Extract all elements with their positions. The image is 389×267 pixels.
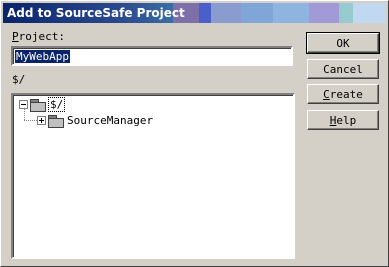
add-to-sourcesafe-dialog: Add to SourceSafe Project Project: MyWeb…: [0, 0, 389, 267]
collapse-icon[interactable]: [19, 100, 28, 109]
ok-button[interactable]: OK: [306, 32, 380, 54]
expand-icon[interactable]: [37, 116, 46, 125]
tree-node-root-label[interactable]: $/: [47, 97, 66, 112]
tree-node-root[interactable]: $/: [19, 97, 66, 112]
open-folder-icon: [30, 98, 46, 112]
current-path-label: $/: [12, 73, 26, 86]
help-button-mnemonic: H: [329, 113, 337, 127]
project-input-value: MyWebApp: [15, 50, 70, 63]
tree-node-sourcemanager[interactable]: SourceManager: [37, 114, 153, 128]
title-bar-decoration: [173, 3, 386, 23]
tree-connector-line-horizontal: [24, 120, 38, 121]
cancel-button[interactable]: Cancel: [307, 59, 379, 79]
help-button-label: elp: [336, 113, 357, 127]
cancel-button-label: Cancel: [323, 62, 363, 76]
create-button[interactable]: Create: [307, 84, 379, 104]
tree-node-sourcemanager-label[interactable]: SourceManager: [67, 114, 153, 127]
help-button[interactable]: Help: [307, 110, 379, 130]
create-button-mnemonic: C: [323, 87, 330, 101]
folder-icon: [48, 114, 64, 128]
project-label: Project:: [12, 30, 65, 43]
project-label-mnemonic: P: [12, 30, 19, 43]
project-label-text: roject:: [18, 30, 65, 43]
ok-button-label: OK: [336, 36, 350, 50]
window-title: Add to SourceSafe Project: [7, 6, 185, 20]
project-tree[interactable]: $/ SourceManager: [11, 93, 295, 259]
project-input[interactable]: MyWebApp: [11, 46, 293, 66]
title-bar[interactable]: Add to SourceSafe Project: [3, 3, 386, 23]
create-button-label: reate: [329, 87, 363, 101]
